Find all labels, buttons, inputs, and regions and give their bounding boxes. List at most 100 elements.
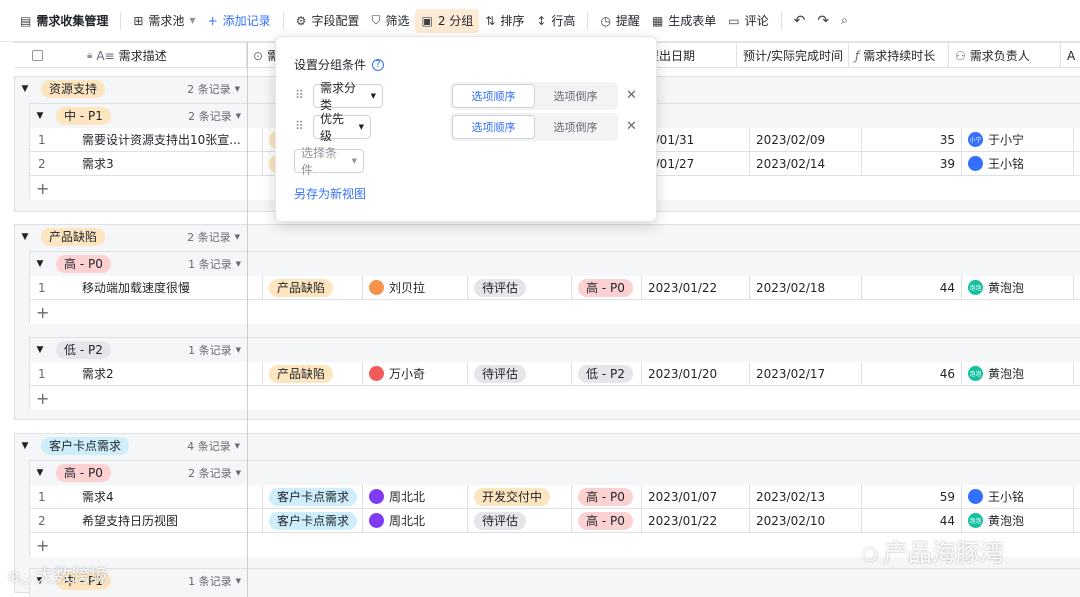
cell-priority[interactable]: 高 - P0 [572, 276, 642, 299]
caret-down-icon[interactable]: ▼ [236, 577, 241, 585]
cell-cat[interactable]: 产品缺陷 [263, 276, 363, 299]
desc-order-button[interactable]: 选项倒序 [535, 115, 616, 139]
cell-priority[interactable]: 高 - P0 [572, 509, 642, 532]
form-button[interactable]: ▦ 生成表单 [646, 9, 722, 33]
add-record-button[interactable]: + 添加记录 [202, 9, 277, 33]
asc-order-button[interactable]: 选项顺序 [452, 84, 535, 108]
cell-cat[interactable]: 客户卡点需求 [263, 509, 363, 532]
table-row[interactable]: 1 需求2 产品缺陷 万小奇 待评估 低 - P2 2023/01/20 2023/02/17… [30, 362, 1080, 386]
cell-date[interactable]: 2023/01/22 [642, 509, 750, 532]
header-owner[interactable]: ⚇ 需求负责人 [949, 43, 1061, 68]
cell-dur[interactable]: 46 [862, 362, 962, 385]
cell-date[interactable]: 3/01/31 [642, 128, 750, 151]
cell-date[interactable]: 3/01/27 [642, 152, 750, 175]
cell-dur[interactable]: 35 [862, 128, 962, 151]
cell-date[interactable]: 2023/01/22 [642, 276, 750, 299]
caret-down-icon[interactable]: ▼ [236, 112, 241, 120]
subgroup-header[interactable]: ▼ 中 - P1 2 条记录 ▼ [30, 104, 249, 128]
checkbox-icon[interactable] [32, 50, 43, 61]
cell-desc[interactable]: 需要设计资源支持出10张宣... [76, 128, 263, 151]
sort-button[interactable]: ⇅ 排序 [479, 9, 530, 33]
row-height-button[interactable]: ↕ 行高 [530, 9, 581, 33]
caret-down-icon[interactable]: ▼ [15, 232, 35, 242]
redo-button[interactable]: ↷ [811, 9, 835, 33]
drag-handle-icon[interactable]: ⠿ [295, 88, 304, 102]
caret-down-icon[interactable]: ▼ [15, 441, 35, 451]
caret-down-icon[interactable]: ▼ [235, 233, 240, 241]
cell-finish[interactable]: 2023/02/17 [750, 362, 862, 385]
subgroup-header[interactable]: ▼ 高 - P0 2 条记录 ▼ [30, 461, 249, 485]
cell-finish[interactable]: 2023/02/10 [750, 509, 862, 532]
caret-down-icon[interactable]: ▼ [30, 468, 50, 478]
cell-priority[interactable]: 高 - P0 [572, 485, 642, 508]
caret-down-icon[interactable]: ▼ [30, 345, 50, 355]
cell-status[interactable]: 待评估 [468, 276, 572, 299]
cell-priority[interactable]: 低 - P2 [572, 362, 642, 385]
undo-button[interactable]: ↶ [788, 9, 812, 33]
cell-cat[interactable]: 客户卡点需求 [263, 485, 363, 508]
header-finish-time[interactable]: 预计/实际完成时间 [737, 43, 849, 68]
caret-down-icon[interactable]: ▼ [15, 84, 35, 94]
doc-title[interactable]: ▤ 需求收集管理 [14, 9, 114, 33]
reminder-button[interactable]: ◷ 提醒 [594, 9, 646, 33]
cell-finish[interactable]: 2023/02/13 [750, 485, 862, 508]
cell-finish[interactable]: 2023/02/18 [750, 276, 862, 299]
group-condition-2-select[interactable]: 优先级 ▼ [313, 112, 371, 143]
cell-submitter[interactable]: 刘贝拉 [363, 276, 468, 299]
caret-down-icon[interactable]: ▼ [30, 259, 50, 269]
add-condition-select[interactable]: 选择条件 ▼ [294, 146, 364, 177]
cell-extra[interactable]: 多 [1074, 509, 1080, 532]
cell-owner[interactable]: 小宁 于小宁 [962, 128, 1074, 151]
cell-submitter[interactable]: 万小奇 [363, 362, 468, 385]
cell-owner[interactable]: 泡泡 黄泡泡 [962, 276, 1074, 299]
cell-status[interactable]: 待评估 [468, 509, 572, 532]
cell-submitter[interactable]: 周北北 [363, 509, 468, 532]
close-icon[interactable]: ✕ [626, 88, 637, 103]
caret-down-icon[interactable]: ▼ [30, 111, 50, 121]
save-as-view-link[interactable]: 另存为新视图 [294, 185, 366, 202]
subgroup-header[interactable]: ▼ 低 - P2 1 条记录 ▼ [30, 338, 249, 362]
cell-status[interactable]: 开发交付中 [468, 485, 572, 508]
cell-desc[interactable]: 需求3 [76, 152, 263, 175]
group-header[interactable]: ▼ 产品缺陷 2 条记录 ▼ [15, 225, 248, 249]
caret-down-icon[interactable]: ▼ [235, 85, 240, 93]
cell-owner[interactable]: 泡泡 黄泡泡 [962, 509, 1074, 532]
add-row-button[interactable]: + [30, 300, 1080, 324]
caret-down-icon[interactable]: ▼ [235, 442, 240, 450]
cell-finish[interactable]: 2023/02/14 [750, 152, 862, 175]
group-condition-1-select[interactable]: 需求分类 ▼ [313, 81, 383, 112]
cell-desc[interactable]: 需求2 [76, 362, 263, 385]
table-row[interactable]: 1 移动端加载速度很慢 产品缺陷 刘贝拉 待评估 高 - P0 2023/01/22 2023… [30, 276, 1080, 300]
caret-down-icon[interactable]: ▼ [236, 346, 241, 354]
search-button[interactable]: ⌕ [835, 9, 854, 33]
comment-button[interactable]: ▭ 评论 [722, 9, 774, 33]
close-icon[interactable]: ✕ [626, 119, 637, 134]
help-icon[interactable]: ? [372, 58, 385, 71]
header-desc[interactable]: 🔒︎ A≡ 需求描述 [14, 43, 247, 68]
cell-desc[interactable]: 希望支持日历视图 [76, 509, 263, 532]
header-duration[interactable]: ƒ 需求持续时长 [849, 43, 949, 68]
cell-dur[interactable]: 44 [862, 509, 962, 532]
cell-owner[interactable]: 泡泡 黄泡泡 [962, 362, 1074, 385]
cell-dur[interactable]: 44 [862, 276, 962, 299]
cell-submitter[interactable]: 周北北 [363, 485, 468, 508]
group-button[interactable]: ▣ 2 分组 [415, 8, 480, 33]
asc-order-button[interactable]: 选项顺序 [452, 115, 535, 139]
table-row[interactable]: 1 需求4 客户卡点需求 周北北 开发交付中 高 - P0 2023/01/07 2023/0… [30, 485, 1080, 509]
cell-owner[interactable]: 王小铭 [962, 152, 1074, 175]
desc-order-button[interactable]: 选项倒序 [535, 84, 616, 108]
view-switcher[interactable]: ⊞ 需求池 ▼ [127, 9, 201, 33]
drag-handle-icon[interactable]: ⠿ [295, 119, 304, 133]
cell-date[interactable]: 2023/01/07 [642, 485, 750, 508]
cell-owner[interactable]: 王小铭 [962, 485, 1074, 508]
cell-cat[interactable]: 产品缺陷 [263, 362, 363, 385]
cell-desc[interactable]: 移动端加载速度很慢 [76, 276, 263, 299]
cell-date[interactable]: 2023/01/20 [642, 362, 750, 385]
cell-dur[interactable]: 59 [862, 485, 962, 508]
group-header[interactable]: ▼ 资源支持 2 条记录 ▼ [15, 77, 248, 101]
caret-down-icon[interactable]: ▼ [236, 260, 241, 268]
cell-finish[interactable]: 2023/02/09 [750, 128, 862, 151]
header-next[interactable]: A [1061, 43, 1080, 68]
table-row[interactable]: 2 希望支持日历视图 客户卡点需求 周北北 待评估 高 - P0 2023/01/22 202… [30, 509, 1080, 533]
group-header[interactable]: ▼ 客户卡点需求 4 条记录 ▼ [15, 434, 248, 458]
